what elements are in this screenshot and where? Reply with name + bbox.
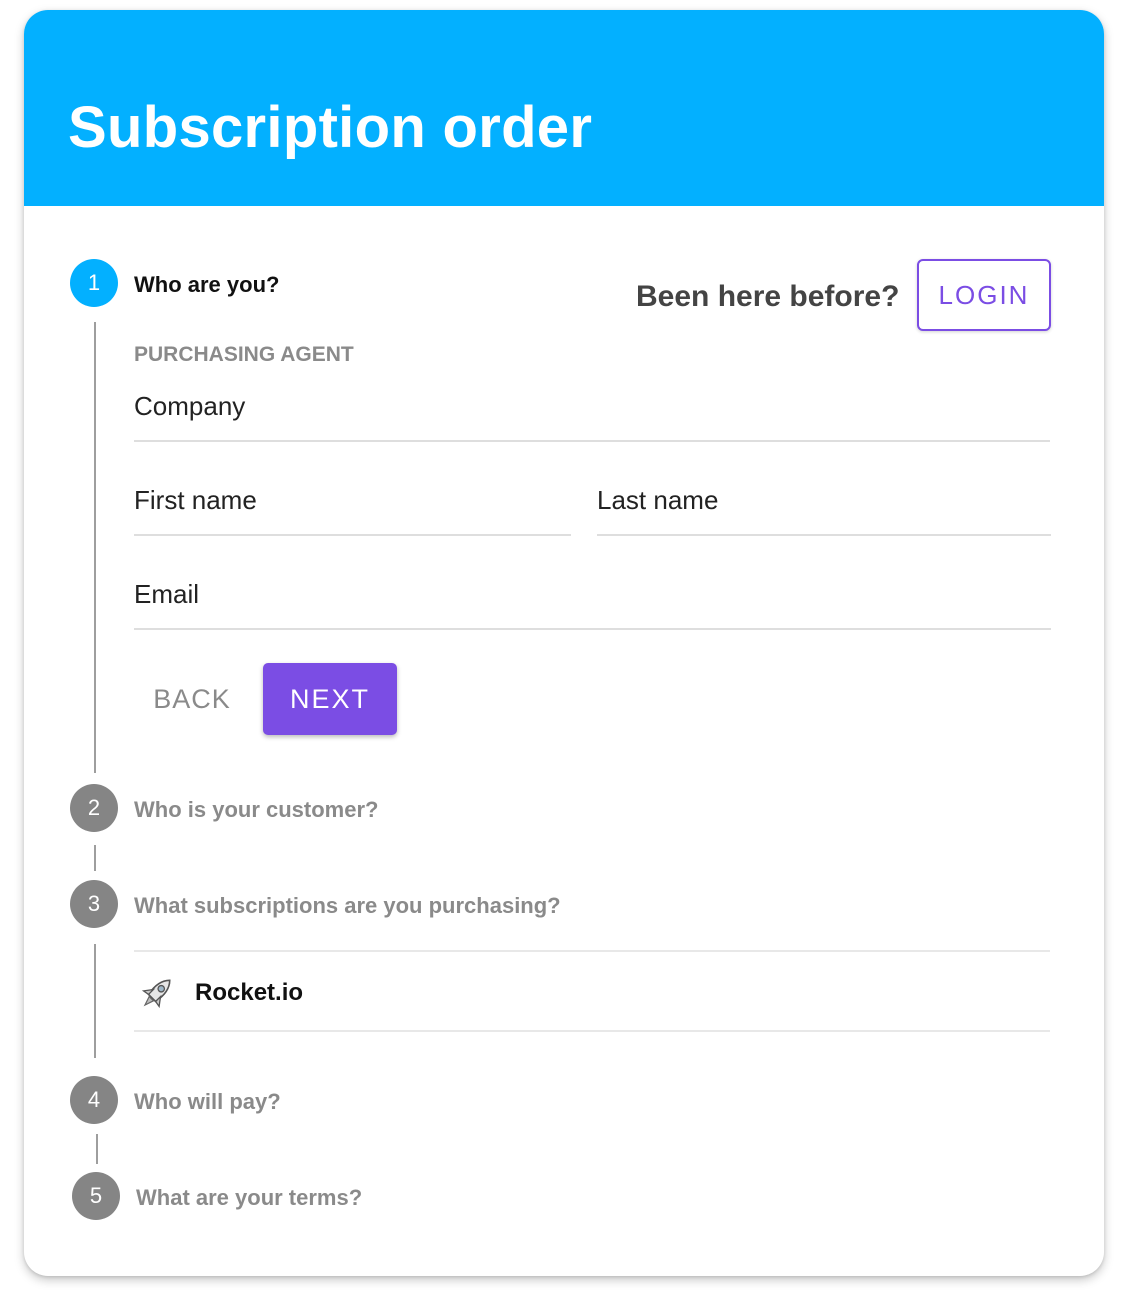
company-field[interactable]: Company (134, 370, 1050, 442)
section-label: PURCHASING AGENT (134, 343, 354, 366)
header-bar: Subscription order (24, 10, 1104, 206)
email-placeholder: Email (134, 579, 200, 609)
step-3-title[interactable]: What subscriptions are you purchasing? (134, 893, 561, 919)
step-3-indicator: 3 (70, 880, 118, 928)
first-name-placeholder: First name (134, 485, 257, 515)
step-connector (96, 1134, 98, 1164)
last-name-field[interactable]: Last name (597, 464, 1051, 536)
step-1-indicator: 1 (70, 259, 118, 307)
rocket-icon (136, 972, 178, 1014)
login-prompt-text: Been here before? (636, 280, 900, 313)
login-button[interactable]: LOGIN (917, 259, 1051, 331)
subscription-item-name[interactable]: Rocket.io (195, 979, 303, 1007)
step-1-title[interactable]: Who are you? (134, 272, 279, 298)
step-connector (94, 845, 96, 871)
first-name-field[interactable]: First name (134, 464, 571, 536)
last-name-placeholder: Last name (597, 485, 719, 515)
step-4-title[interactable]: Who will pay? (134, 1089, 281, 1115)
step-connector (94, 322, 96, 773)
step-connector (94, 944, 96, 1058)
step-2-title[interactable]: Who is your customer? (134, 797, 378, 823)
step-2-indicator: 2 (70, 784, 118, 832)
divider (134, 950, 1050, 952)
next-button[interactable]: NEXT (263, 663, 397, 735)
step-5-title[interactable]: What are your terms? (136, 1185, 362, 1211)
email-field[interactable]: Email (134, 558, 1051, 630)
divider (134, 1030, 1050, 1032)
subscription-order-card: Subscription order 1 Who are you? Been h… (24, 10, 1104, 1276)
back-button[interactable]: BACK (134, 663, 250, 735)
step-5-indicator: 5 (72, 1172, 120, 1220)
company-placeholder: Company (134, 391, 246, 421)
page-title: Subscription order (68, 95, 593, 160)
step-4-indicator: 4 (70, 1076, 118, 1124)
